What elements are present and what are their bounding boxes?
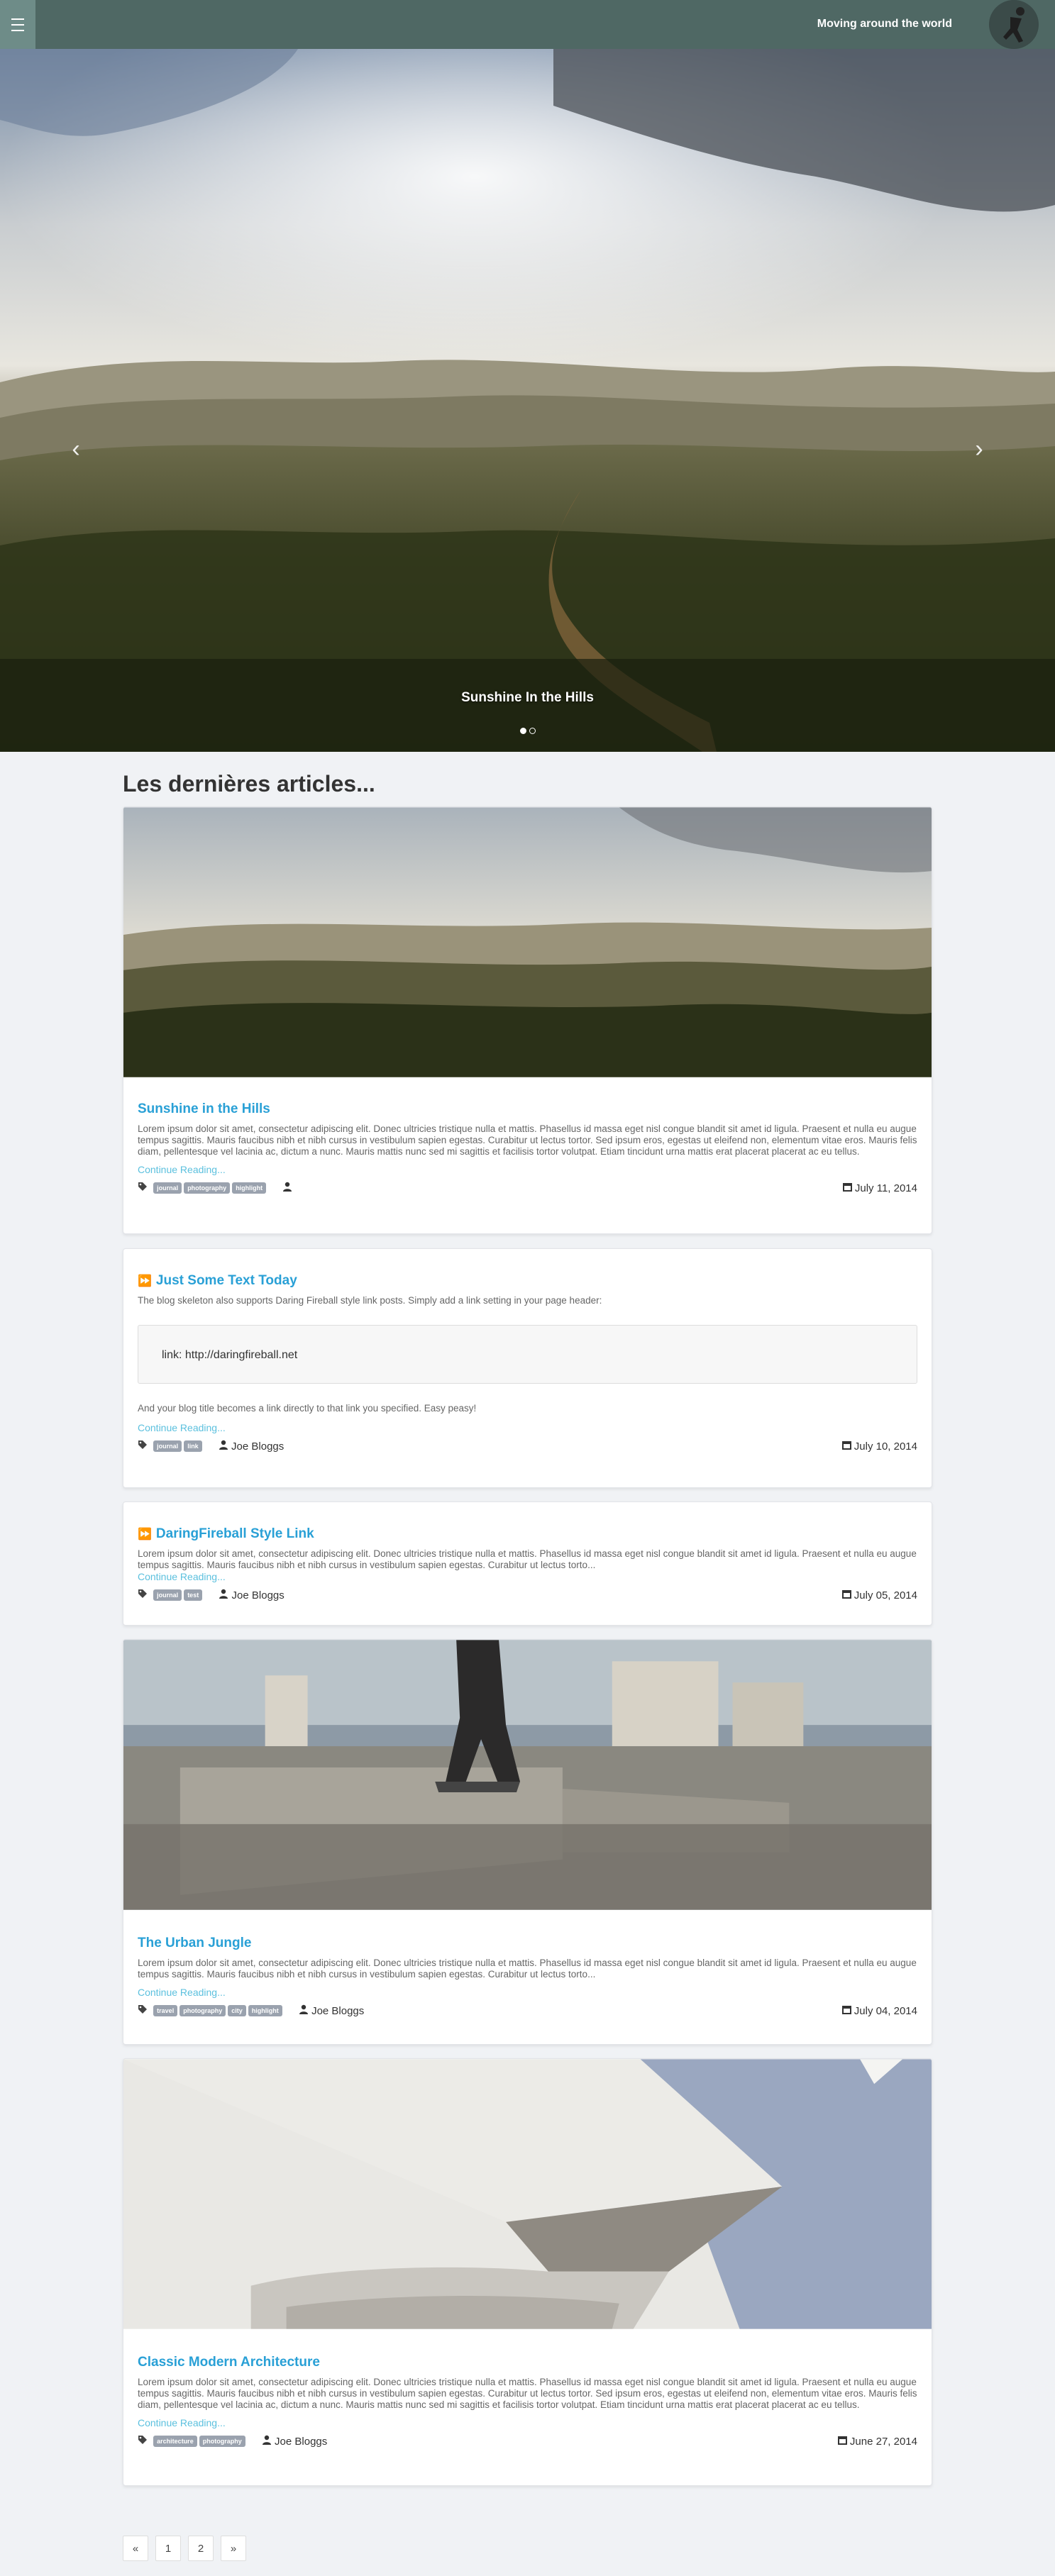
author: Joe Bloggs: [219, 1589, 285, 1602]
read-more-link[interactable]: Continue Reading...: [138, 1571, 917, 1582]
author: [282, 1182, 292, 1194]
tag-badge[interactable]: photography: [199, 2436, 245, 2448]
code-block: link: http://daringfireball.net: [138, 1325, 917, 1384]
post-meta: journal test Joe Bloggs July 05, 2014: [138, 1589, 917, 1604]
carousel-dot[interactable]: [519, 728, 526, 734]
calendar-icon: [841, 1441, 851, 1450]
post-meta: journal link Joe Bloggs July 10, 2014: [138, 1440, 917, 1455]
author: Joe Bloggs: [219, 1440, 284, 1453]
calendar-icon: [842, 1183, 852, 1192]
post-date: July 11, 2014: [842, 1182, 917, 1194]
avatar[interactable]: [989, 0, 1039, 49]
post-excerpt: Lorem ipsum dolor sit amet, consectetur …: [138, 1548, 917, 1570]
fast-forward-icon: ⏩: [138, 1275, 152, 1287]
post-card: Sunshine in the Hills Lorem ipsum dolor …: [123, 806, 932, 1234]
carousel-indicators: [0, 725, 1055, 738]
author-name: Joe Bloggs: [231, 1440, 285, 1453]
chevron-right-icon[interactable]: ›: [971, 436, 988, 462]
site-title[interactable]: Moving around the world: [817, 18, 952, 30]
section-title: Les dernières articles...: [123, 771, 375, 796]
author-name: Joe Bloggs: [311, 2005, 365, 2018]
hero-image: [0, 49, 1055, 752]
post-image[interactable]: [123, 807, 932, 1077]
read-more-link[interactable]: Continue Reading...: [138, 1164, 917, 1175]
post-meta: journal photography highlight July 11, 201…: [138, 1182, 917, 1197]
tag-badge[interactable]: city: [228, 2005, 246, 2017]
tag-badge[interactable]: architecture: [153, 2436, 197, 2448]
post-excerpt: Lorem ipsum dolor sit amet, consectetur …: [138, 1123, 917, 1157]
calendar-icon: [841, 1590, 851, 1599]
hero-carousel: ‹ ›: [0, 49, 1055, 752]
post-title[interactable]: Classic Modern Architecture: [138, 2355, 917, 2370]
hero-caption: Sunshine In the Hills: [461, 690, 594, 705]
post-image[interactable]: [123, 2059, 932, 2329]
page-next[interactable]: »: [221, 2536, 246, 2561]
read-more-link[interactable]: Continue Reading...: [138, 2417, 917, 2428]
tag-icon: [138, 2004, 148, 2017]
user-icon: [219, 1440, 228, 1450]
tag-icon: [138, 1182, 148, 1194]
post-image[interactable]: [123, 1640, 932, 1910]
author-name: Joe Bloggs: [231, 1589, 285, 1602]
fast-forward-icon: ⏩: [138, 1528, 152, 1540]
user-icon: [299, 2004, 308, 2015]
post-date: June 27, 2014: [837, 2435, 917, 2448]
tag-badge[interactable]: journal: [153, 1589, 182, 1601]
top-navbar: Moving around the world: [0, 0, 1055, 49]
tag-badge[interactable]: journal: [153, 1182, 182, 1194]
page-2[interactable]: 2: [188, 2536, 214, 2561]
user-icon: [219, 1589, 228, 1599]
author: Joe Bloggs: [262, 2435, 327, 2448]
post-title[interactable]: Sunshine in the Hills: [138, 1101, 917, 1117]
tag-badge[interactable]: travel: [153, 2005, 178, 2017]
post-excerpt-2: And your blog title becomes a link direc…: [138, 1403, 477, 1414]
user-icon: [262, 2435, 271, 2445]
post-meta: travel photography city highlight Joe Blogg…: [138, 2004, 917, 2020]
post-excerpt: Lorem ipsum dolor sit amet, consectetur …: [138, 1958, 917, 1980]
post-title[interactable]: The Urban Jungle: [138, 1936, 917, 1951]
tag-badge[interactable]: photography: [179, 2005, 226, 2017]
post-meta: architecture photography Joe Bloggs June …: [138, 2435, 917, 2450]
calendar-icon: [841, 2006, 851, 2014]
chevron-left-icon[interactable]: ‹: [67, 436, 84, 462]
post-date: July 10, 2014: [841, 1440, 917, 1453]
post-card: ⏩ DaringFireball Style Link Lorem ipsum d…: [123, 1501, 932, 1626]
post-title[interactable]: ⏩ Just Some Text Today: [138, 1273, 917, 1289]
author: Joe Bloggs: [299, 2004, 364, 2017]
post-card: ⏩ Just Some Text Today The blog skeleton …: [123, 1248, 932, 1488]
calendar-icon: [837, 2436, 847, 2445]
read-more-link[interactable]: Continue Reading...: [138, 1422, 917, 1433]
carousel-dot[interactable]: [529, 728, 536, 734]
post-excerpt: Lorem ipsum dolor sit amet, consectetur …: [138, 2377, 917, 2410]
tag-icon: [138, 1589, 148, 1601]
page-1[interactable]: 1: [155, 2536, 181, 2561]
post-card: Classic Modern Architecture Lorem ipsum …: [123, 2058, 932, 2486]
tag-icon: [138, 2435, 148, 2448]
post-excerpt: The blog skeleton also supports Daring F…: [138, 1295, 602, 1306]
post-title[interactable]: ⏩ DaringFireball Style Link: [138, 1526, 917, 1542]
pagination: « 1 2 »: [123, 2536, 253, 2561]
author-name: Joe Bloggs: [275, 2436, 328, 2448]
read-more-link[interactable]: Continue Reading...: [138, 1987, 917, 1998]
post-card: The Urban Jungle Lorem ipsum dolor sit a…: [123, 1639, 932, 2045]
menu-icon: [11, 16, 24, 33]
tag-badge[interactable]: link: [184, 1440, 202, 1453]
post-date: July 04, 2014: [841, 2004, 917, 2017]
tag-badge[interactable]: highlight: [248, 2005, 282, 2017]
tag-badge[interactable]: journal: [153, 1440, 182, 1453]
tag-badge[interactable]: photography: [184, 1182, 231, 1194]
menu-button[interactable]: [0, 0, 35, 49]
post-date: July 05, 2014: [841, 1589, 917, 1601]
user-icon: [283, 1182, 292, 1192]
tag-badge[interactable]: highlight: [232, 1182, 267, 1194]
tag-icon: [138, 1440, 148, 1453]
tag-badge[interactable]: test: [184, 1589, 203, 1601]
page-prev[interactable]: «: [123, 2536, 148, 2561]
